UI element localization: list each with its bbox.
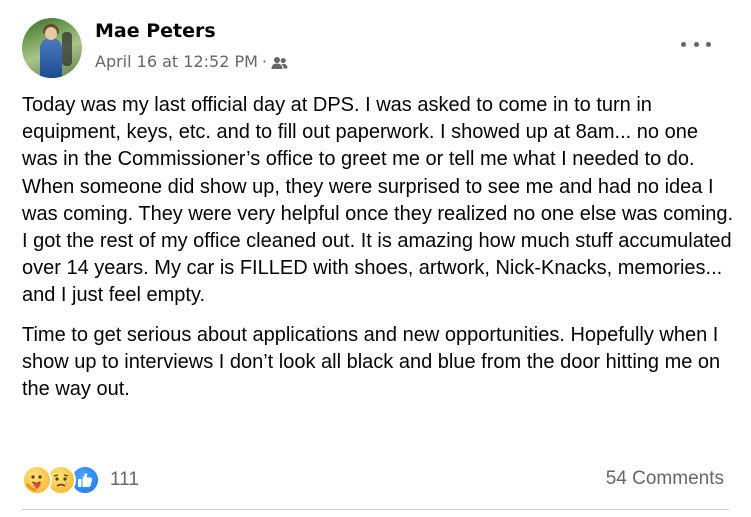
avatar-figure-dress bbox=[40, 38, 62, 78]
author-name[interactable]: Mae Peters bbox=[95, 20, 216, 42]
feed-post: Mae Peters April 16 at 12:52 PM · Today … bbox=[0, 0, 751, 517]
avatar-figure-head bbox=[45, 27, 57, 40]
more-options-icon[interactable] bbox=[681, 34, 711, 54]
reaction-count: 111 bbox=[110, 469, 139, 490]
more-options-dot bbox=[706, 41, 711, 47]
comments-count-link[interactable]: 54 Comments bbox=[606, 468, 724, 490]
reactions-summary[interactable]: 111 bbox=[22, 465, 139, 495]
post-meta: April 16 at 12:52 PM · bbox=[95, 52, 288, 71]
post-paragraph: Time to get serious about applications a… bbox=[22, 323, 721, 401]
author-avatar[interactable] bbox=[22, 18, 82, 78]
meta-separator: · bbox=[261, 52, 268, 71]
post-timestamp[interactable]: April 16 at 12:52 PM bbox=[95, 52, 258, 71]
avatar-background-figure bbox=[62, 32, 72, 66]
post-paragraph: Today was my last official day at DPS. I… bbox=[22, 94, 734, 307]
footer-divider bbox=[22, 509, 729, 510]
care-reaction-icon bbox=[22, 465, 52, 495]
friends-icon[interactable] bbox=[271, 55, 288, 69]
post-body: Today was my last official day at DPS. I… bbox=[22, 92, 734, 403]
more-options-dot bbox=[693, 41, 699, 47]
more-options-dot bbox=[681, 41, 686, 47]
